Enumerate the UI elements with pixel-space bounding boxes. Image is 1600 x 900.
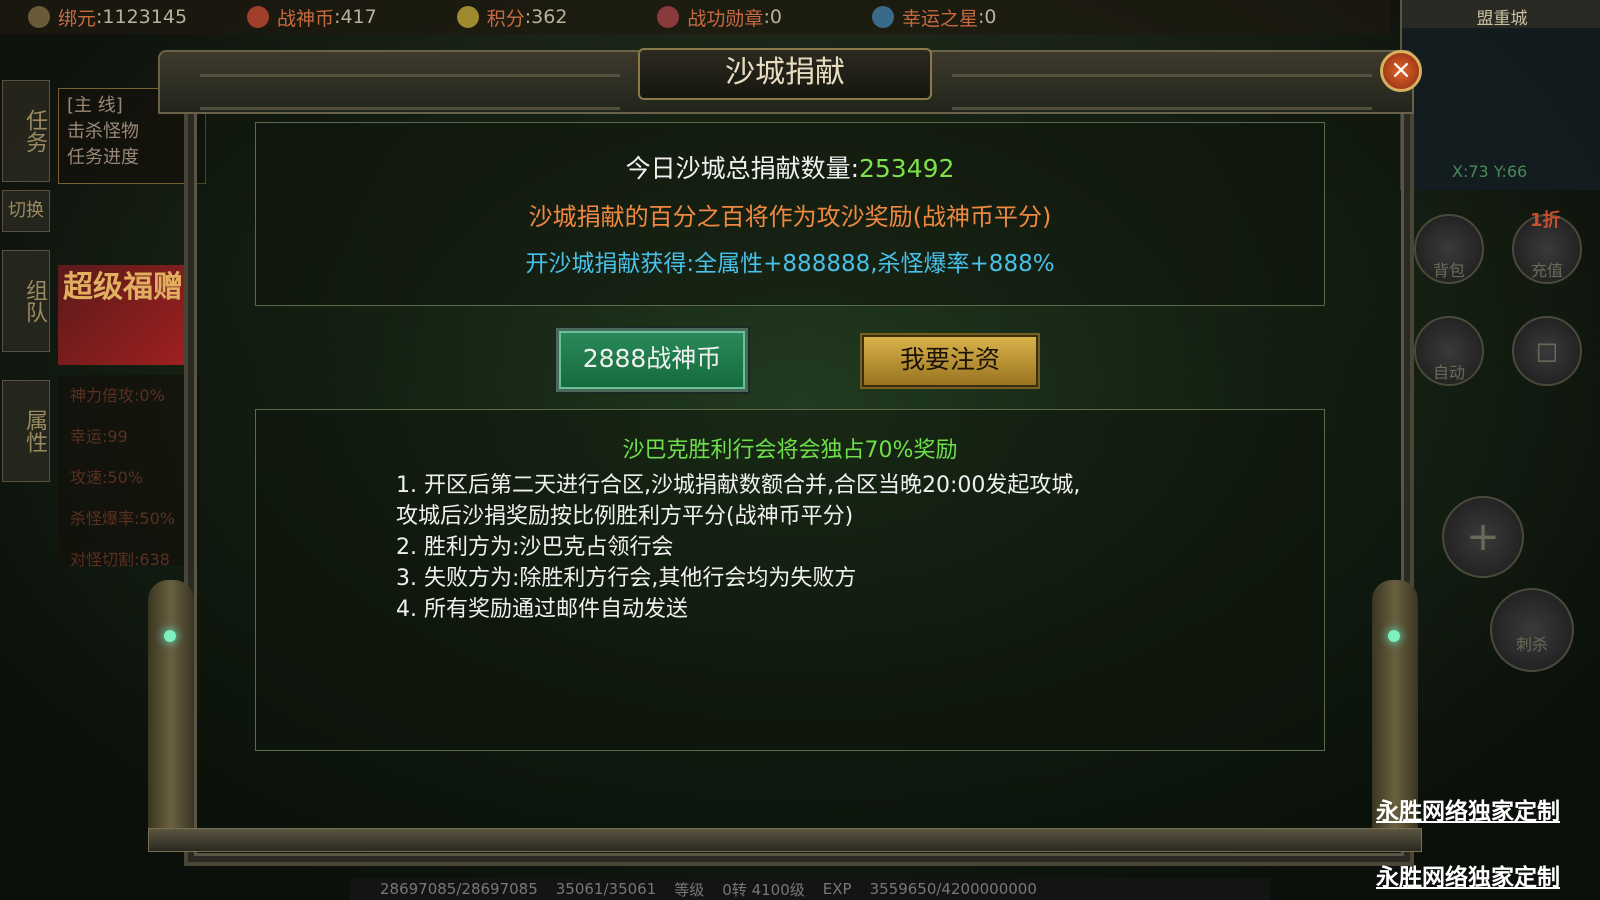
rule-line: 2. 胜利方为:沙巴克占领行会 xyxy=(396,535,674,560)
tab-switch[interactable]: 切换 xyxy=(2,190,50,232)
rule-line: 1. 开区后第二天进行合区,沙城捐献数额合并,合区当晚20:00发起攻城, xyxy=(396,473,1081,498)
kill-skill-button[interactable]: 刺杀 xyxy=(1490,588,1574,672)
watermark-text: 永胜网络独家定制 xyxy=(1376,865,1560,891)
resource-bar: 绑元 :1123145 战神币 :417 积分 :362 战功勋章 :0 幸运之… xyxy=(0,0,1390,34)
rule-line: 攻城后沙捐奖励按比例胜利方平分(战神币平分) xyxy=(396,504,854,529)
total-donation-line: 今日沙城总捐献数量:253492 xyxy=(256,149,1324,185)
lucky-star: 幸运之星 :0 xyxy=(871,4,997,31)
star-icon xyxy=(871,6,894,28)
donation-amount-button[interactable]: 2888战神币 xyxy=(556,328,748,392)
minimap-coordinates: X:73 Y:66 xyxy=(1452,162,1528,181)
medal-value: :0 xyxy=(763,6,782,28)
auto-button[interactable]: 自动 xyxy=(1414,316,1484,386)
donation-summary-box: 今日沙城总捐献数量:253492 沙城捐献的百分之百将作为攻沙奖励(战神币平分)… xyxy=(255,122,1325,306)
plus-icon[interactable]: + xyxy=(1442,496,1524,578)
tab-team[interactable]: 组队 xyxy=(2,250,50,352)
medal: 战功勋章 :0 xyxy=(657,4,782,31)
bind-gold-value: :1123145 xyxy=(96,6,188,28)
medal-icon xyxy=(657,6,680,28)
donation-reward-note: 沙城捐献的百分之百将作为攻沙奖励(战神币平分) xyxy=(528,203,1052,231)
bag-button[interactable]: 背包 xyxy=(1414,214,1484,284)
rule-line: 3. 失败方为:除胜利方行会,其他行会均为失败方 xyxy=(396,566,857,591)
bind-gold-icon xyxy=(28,6,50,28)
watermark-text: 永胜网络独家定制 xyxy=(1376,799,1560,825)
points-value: :362 xyxy=(524,6,568,28)
dragon-pillar-left xyxy=(148,580,194,850)
discount-badge: 1折 xyxy=(1530,210,1561,231)
reward-headline: 沙巴克胜利行会将会独占70%奖励 xyxy=(622,438,958,463)
war-coin-icon xyxy=(247,6,270,28)
tab-attributes[interactable]: 属性 xyxy=(2,380,50,482)
rules-box: 沙巴克胜利行会将会独占70%奖励 1. 开区后第二天进行合区,沙城捐献数额合并,… xyxy=(255,409,1325,751)
exp-value: 3559650/4200000000 xyxy=(869,880,1037,898)
donation-bonus-text: 开沙城捐献获得:全属性+888888,杀怪爆率+888% xyxy=(525,251,1055,277)
dragon-eye-icon xyxy=(1388,630,1400,642)
dragon-eye-icon xyxy=(164,630,176,642)
status-bar: 28697085/28697085 35061/35061 等级 0转 4100… xyxy=(350,878,1270,900)
header-ornament-left xyxy=(200,74,620,110)
points-icon xyxy=(456,6,479,28)
points-label: 积分 xyxy=(486,7,525,30)
rules-list: 1. 开区后第二天进行合区,沙城捐献数额合并,合区当晚20:00发起攻城, 攻城… xyxy=(396,470,1080,625)
close-button[interactable]: × xyxy=(1380,50,1422,92)
total-donation-label: 今日沙城总捐献数量: xyxy=(625,154,859,183)
dialog-title: 沙城捐献 xyxy=(638,48,932,100)
war-coin-label: 战神币 xyxy=(277,7,335,30)
war-coin-value: :417 xyxy=(334,6,377,28)
hp-value: 28697085/28697085 xyxy=(380,880,538,898)
level-value: 0转 4100级 xyxy=(722,880,805,899)
tab-task[interactable]: 任务 xyxy=(2,80,50,182)
war-coin: 战神币 :417 xyxy=(247,4,377,31)
level-label: 等级 xyxy=(674,880,705,899)
total-donation-value: 253492 xyxy=(859,154,955,183)
header-ornament-right xyxy=(952,74,1372,110)
rule-line: 4. 所有奖励通过邮件自动发送 xyxy=(396,597,688,622)
exp-label: EXP xyxy=(822,880,852,898)
bind-gold: 绑元 :1123145 xyxy=(28,4,187,31)
minimap[interactable]: 盟重城 X:73 Y:66 xyxy=(1400,0,1600,190)
minimap-city-name: 盟重城 xyxy=(1402,0,1600,29)
lucky-star-value: :0 xyxy=(977,6,997,28)
frame-icon[interactable]: ◻ xyxy=(1512,316,1582,386)
dialog-bottom-rail xyxy=(148,828,1422,852)
bind-gold-label: 绑元 xyxy=(58,7,97,30)
mp-value: 35061/35061 xyxy=(555,880,657,898)
points: 积分 :362 xyxy=(456,4,568,31)
lucky-star-label: 幸运之星 xyxy=(901,7,978,30)
medal-label: 战功勋章 xyxy=(687,7,764,30)
donate-button[interactable]: 我要注资 xyxy=(862,335,1038,387)
